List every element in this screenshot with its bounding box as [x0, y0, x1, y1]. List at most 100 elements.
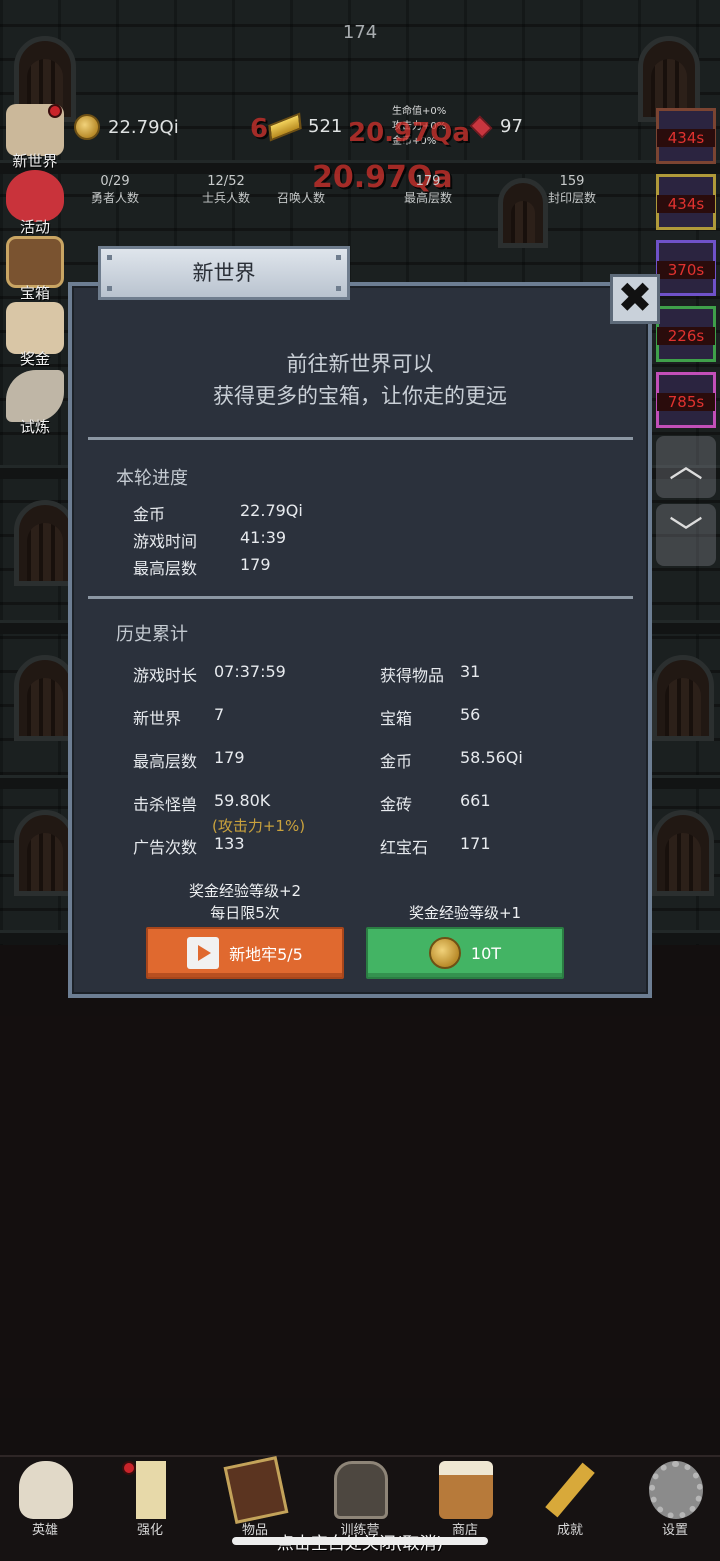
scroll-down-button[interactable]: ﹀ — [656, 504, 716, 566]
chest-icon — [6, 236, 64, 288]
gold-bar-value: 521 — [308, 116, 343, 137]
intro-line: 获得更多的宝箱，让你走的更远 — [213, 384, 507, 408]
sealed-floor-count: 159 封印层数 — [512, 174, 632, 206]
notification-dot — [48, 104, 62, 118]
skull-icon — [19, 1461, 73, 1519]
stat-label: 最高层数 — [133, 752, 198, 771]
stat-value: 179 — [214, 748, 245, 767]
stat-value: 07:37:59 — [214, 662, 286, 681]
side-item-label: 宝箱 — [19, 284, 50, 302]
stat-label: 金币 — [380, 752, 413, 771]
chevron-down-icon: ﹀ — [669, 514, 703, 554]
coin-icon — [428, 937, 461, 969]
stat-value: 41:39 — [240, 528, 287, 547]
sealed-floor-label: 封印层数 — [547, 191, 596, 205]
side-item-label: 试炼 — [19, 418, 50, 436]
stat-label: 红宝石 — [380, 838, 429, 857]
buff-hp: 生命值+0% — [392, 106, 447, 117]
dialog-title-text: 新世界 — [192, 261, 256, 285]
damage-popup: 6 — [250, 114, 269, 144]
scroll-up-button[interactable]: ︿ — [656, 436, 716, 498]
history-title: 历史累计 — [116, 624, 188, 645]
beer-mug-icon — [439, 1461, 493, 1519]
home-indicator[interactable] — [232, 1537, 488, 1545]
timer-slot[interactable]: 434s — [656, 174, 716, 230]
key-icon — [545, 1462, 595, 1518]
stat-value: 22.79Qi — [240, 501, 303, 520]
sealed-floor-value: 159 — [559, 174, 585, 189]
divider — [88, 596, 633, 599]
stat-value: 59.80K — [214, 791, 271, 810]
chevron-up-icon: ︿ — [669, 446, 703, 486]
hero-count-value: 0/29 — [100, 174, 130, 189]
kill-bonus: (攻击力+1%) — [212, 817, 306, 835]
stat-value: 56 — [460, 705, 481, 724]
side-item-chest[interactable]: 宝箱 — [2, 236, 68, 302]
max-floor-value: 179 — [415, 174, 441, 189]
stat-label: 广告次数 — [133, 838, 198, 857]
stat-label: 获得物品 — [380, 666, 445, 685]
timer-slot[interactable]: 785s — [656, 372, 716, 428]
gold-bar-counter: 521 — [268, 112, 343, 141]
stat-value: 171 — [460, 834, 491, 853]
timer-slot[interactable]: 226s — [656, 306, 716, 362]
gold-value: 22.79Qi — [108, 116, 179, 138]
stat-value: 661 — [460, 791, 491, 810]
close-icon: ✖ — [617, 273, 653, 322]
stat-value: 58.56Qi — [460, 748, 523, 767]
summon-count-label: 召唤人数 — [276, 191, 325, 205]
timer-value: 226s — [657, 327, 715, 345]
side-item-bonus[interactable]: 奖金 — [2, 302, 68, 368]
hero-count-label: 勇者人数 — [90, 191, 139, 205]
dialog-title: 新世界 — [98, 246, 350, 300]
stat-label: 击杀怪兽 — [133, 795, 198, 814]
notification-dot — [122, 1461, 136, 1475]
coin-icon — [74, 114, 100, 140]
timer-value: 434s — [657, 129, 715, 147]
coin-reward-note: 奖金经验等级+1 — [408, 904, 522, 922]
lantern-icon — [334, 1461, 388, 1519]
side-item-events[interactable]: 活动 — [2, 170, 68, 236]
ad-limit-note: 每日限5次 — [210, 904, 280, 922]
ad-reward-note: 奖金经验等级+2 — [188, 882, 302, 900]
stat-label: 金币 — [133, 505, 166, 524]
stat-label: 宝箱 — [380, 709, 413, 728]
coin-new-world-button[interactable]: 10T — [366, 927, 564, 979]
current-round-title: 本轮进度 — [116, 468, 188, 489]
stat-value: 7 — [214, 705, 225, 724]
stat-value: 31 — [460, 662, 481, 681]
ruby-value: 97 — [500, 116, 523, 137]
scroll-icon — [6, 370, 64, 422]
gear-icon — [649, 1461, 703, 1519]
stat-label: 游戏时间 — [133, 532, 198, 551]
side-item-trial[interactable]: 试炼 — [2, 370, 68, 436]
game-screen: { "hud": { "floor": "174", "gold": "22.7… — [0, 0, 720, 1561]
stat-label: 最高层数 — [133, 559, 198, 578]
summon-count: 召唤人数 — [256, 174, 346, 206]
envelope-icon — [6, 302, 64, 354]
hero-count: 0/29 勇者人数 — [70, 174, 160, 206]
side-item-label: 活动 — [19, 218, 50, 236]
divider — [88, 437, 633, 440]
gold-counter: 22.79Qi — [74, 114, 179, 140]
coin-button-label: 10T — [470, 943, 502, 963]
damage-popup: 20.97Qa — [348, 118, 470, 148]
candle-icon — [136, 1461, 166, 1519]
watch-ad-new-dungeon-button[interactable]: 新地牢5/5 — [146, 927, 344, 979]
gold-bar-icon — [268, 112, 302, 141]
side-item-label: 奖金 — [19, 350, 50, 368]
intro-line: 前往新世界可以 — [286, 352, 434, 376]
close-button[interactable]: ✖ — [610, 274, 660, 324]
heart-icon — [6, 170, 64, 222]
side-item-label: 新世界 — [12, 152, 58, 170]
ruby-counter: 97 — [469, 115, 523, 138]
side-item-new-world[interactable]: 新世界 — [2, 104, 68, 170]
max-floor-label: 最高层数 — [403, 191, 452, 205]
timer-value: 370s — [657, 261, 715, 279]
stat-label: 金砖 — [380, 795, 413, 814]
stat-value: 179 — [240, 555, 271, 574]
timer-slot[interactable]: 370s — [656, 240, 716, 296]
timer-slot[interactable]: 434s — [656, 108, 716, 164]
timer-value: 434s — [657, 195, 715, 213]
ad-button-label: 新地牢5/5 — [229, 945, 303, 964]
